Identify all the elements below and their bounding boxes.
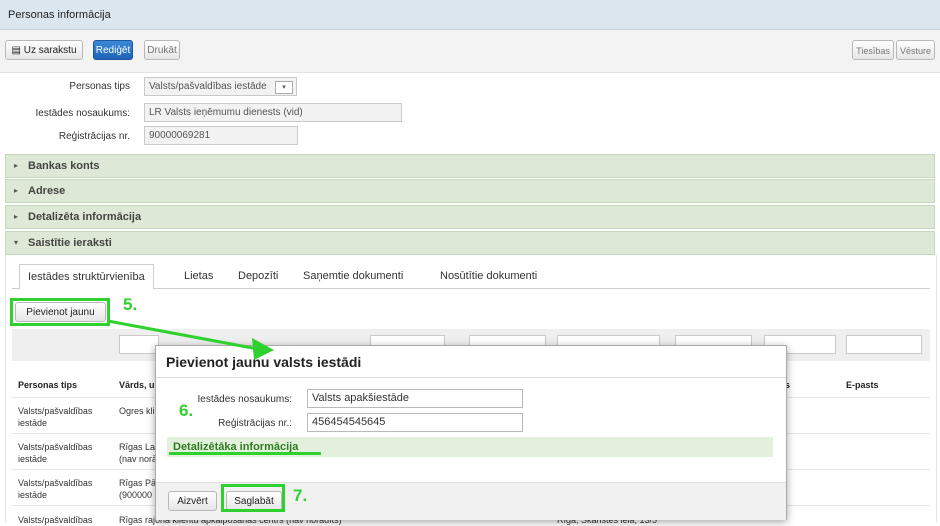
step-6-label: 6. xyxy=(179,401,194,420)
arrow-line xyxy=(107,319,259,351)
arrow-head xyxy=(252,338,274,360)
step-5-label: 5. xyxy=(123,295,138,314)
step-7-label: 7. xyxy=(293,486,308,505)
arrow-annotation xyxy=(107,319,274,360)
